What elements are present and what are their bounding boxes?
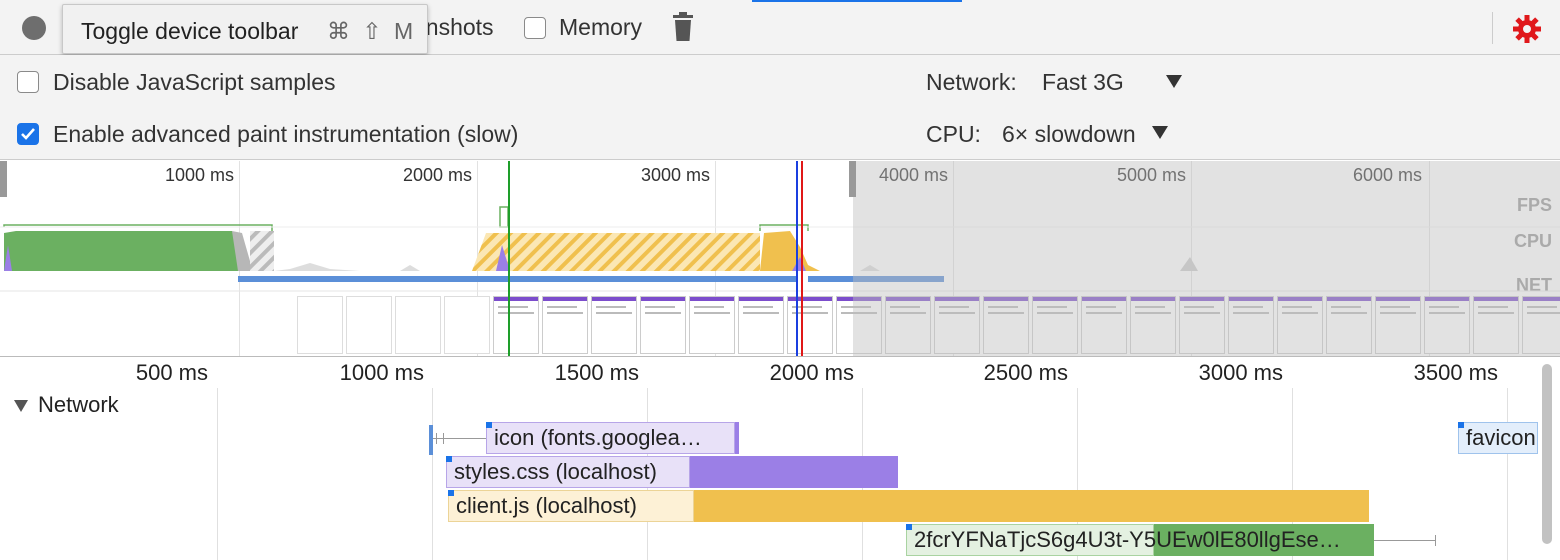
screenshot-thumbnail: [738, 296, 784, 354]
network-request-bar[interactable]: icon (fonts.googlea…: [486, 422, 739, 454]
screenshot-thumbnail: [787, 296, 833, 354]
ruler-time-label: 3000 ms: [1198, 360, 1283, 385]
dropdown-caret-icon[interactable]: [1152, 126, 1168, 139]
gear-icon[interactable]: [1512, 14, 1542, 44]
screenshot-thumbnail: [591, 296, 637, 354]
network-section-header[interactable]: Network: [38, 392, 119, 418]
memory-checkbox[interactable]: [524, 17, 546, 39]
network-throttle-label: Network:: [926, 69, 1017, 95]
cpu-throttle-select[interactable]: 6× slowdown: [1002, 121, 1136, 148]
dropdown-caret-icon[interactable]: [1166, 75, 1182, 88]
screenshot-thumbnail: [640, 296, 686, 354]
screenshot-thumbnail: [395, 296, 441, 354]
trash-icon[interactable]: [672, 12, 694, 42]
dom-content-loaded-marker: [796, 161, 798, 356]
load-event-marker: [801, 161, 803, 356]
request-whisker-cap: [1435, 535, 1436, 546]
ruler-time-label: 2500 ms: [983, 360, 1068, 385]
ruler-time-label: 1500 ms: [554, 360, 639, 385]
request-label: styles.css (localhost): [454, 459, 657, 484]
ruler-time-label: 3500 ms: [1413, 360, 1498, 385]
scrollbar-thumb[interactable]: [1542, 364, 1552, 544]
capture-settings-panel: Disable JavaScript samples Enable advanc…: [0, 55, 1560, 160]
request-whisker: [1374, 540, 1436, 541]
request-label: icon (fonts.googlea…: [494, 425, 702, 450]
screenshot-thumbnail: [297, 296, 343, 354]
timeline-overview[interactable]: 1000 ms 2000 ms 3000 ms 4000 ms 5000 ms …: [0, 161, 1560, 357]
network-request-bar[interactable]: styles.css (localhost): [446, 456, 898, 488]
tooltip-shortcut: ⌘ ⇧ M: [327, 18, 417, 44]
tooltip-text: Toggle device toolbar: [81, 18, 299, 44]
network-throttle-select[interactable]: Fast 3G: [1042, 69, 1124, 96]
screenshot-thumbnail: [444, 296, 490, 354]
request-label: favicon: [1466, 425, 1536, 450]
advanced-paint-checkbox[interactable]: [17, 123, 39, 145]
ruler-time-label: 2000 ms: [769, 360, 854, 385]
record-icon[interactable]: [22, 16, 46, 40]
overview-unselected-region: [853, 161, 1560, 356]
request-marker: [429, 425, 433, 455]
tooltip: Toggle device toolbar ⌘ ⇧ M: [62, 4, 428, 54]
request-whisker-cap: [443, 433, 444, 444]
collapse-triangle-icon[interactable]: [14, 400, 28, 412]
network-request-bar[interactable]: 2fcrYFNaTjcS6g4U3t-Y5UEw0lE80llgEse…: [906, 524, 1374, 556]
disable-js-samples-label[interactable]: Disable JavaScript samples: [53, 69, 336, 96]
ruler-time-label: 500 ms: [135, 360, 208, 385]
request-whisker-cap: [436, 433, 437, 444]
memory-label[interactable]: Memory: [559, 14, 642, 41]
advanced-paint-label[interactable]: Enable advanced paint instrumentation (s…: [53, 121, 518, 148]
screenshot-thumbnail: [542, 296, 588, 354]
network-request-bar[interactable]: favicon: [1458, 422, 1538, 454]
ruler-time-label: 1000 ms: [339, 360, 424, 385]
screenshot-thumbnail: [346, 296, 392, 354]
vertical-scrollbar[interactable]: [1538, 362, 1556, 558]
checkmark-icon: [21, 128, 35, 140]
performance-toolbar: enshots Memory Toggle device toolbar ⌘ ⇧…: [0, 0, 1560, 55]
first-paint-marker: [508, 161, 510, 356]
screenshot-thumbnail: [689, 296, 735, 354]
selection-handle-right[interactable]: [849, 161, 856, 197]
request-label: 2fcrYFNaTjcS6g4U3t-Y5UEw0lE80llgEse…: [914, 527, 1341, 552]
cpu-throttle-label: CPU:: [926, 121, 981, 147]
request-whisker: [430, 438, 486, 439]
selection-handle-left[interactable]: [0, 161, 7, 197]
timeline-ruler: 500 ms 1000 ms 1500 ms 2000 ms 2500 ms 3…: [0, 357, 1560, 388]
screenshot-thumbnail: [493, 296, 539, 354]
request-label: client.js (localhost): [456, 493, 637, 518]
active-tab-indicator: [752, 0, 962, 2]
toolbar-divider: [1492, 12, 1493, 44]
network-request-bar[interactable]: client.js (localhost): [448, 490, 1369, 522]
disable-js-samples-checkbox[interactable]: [17, 71, 39, 93]
